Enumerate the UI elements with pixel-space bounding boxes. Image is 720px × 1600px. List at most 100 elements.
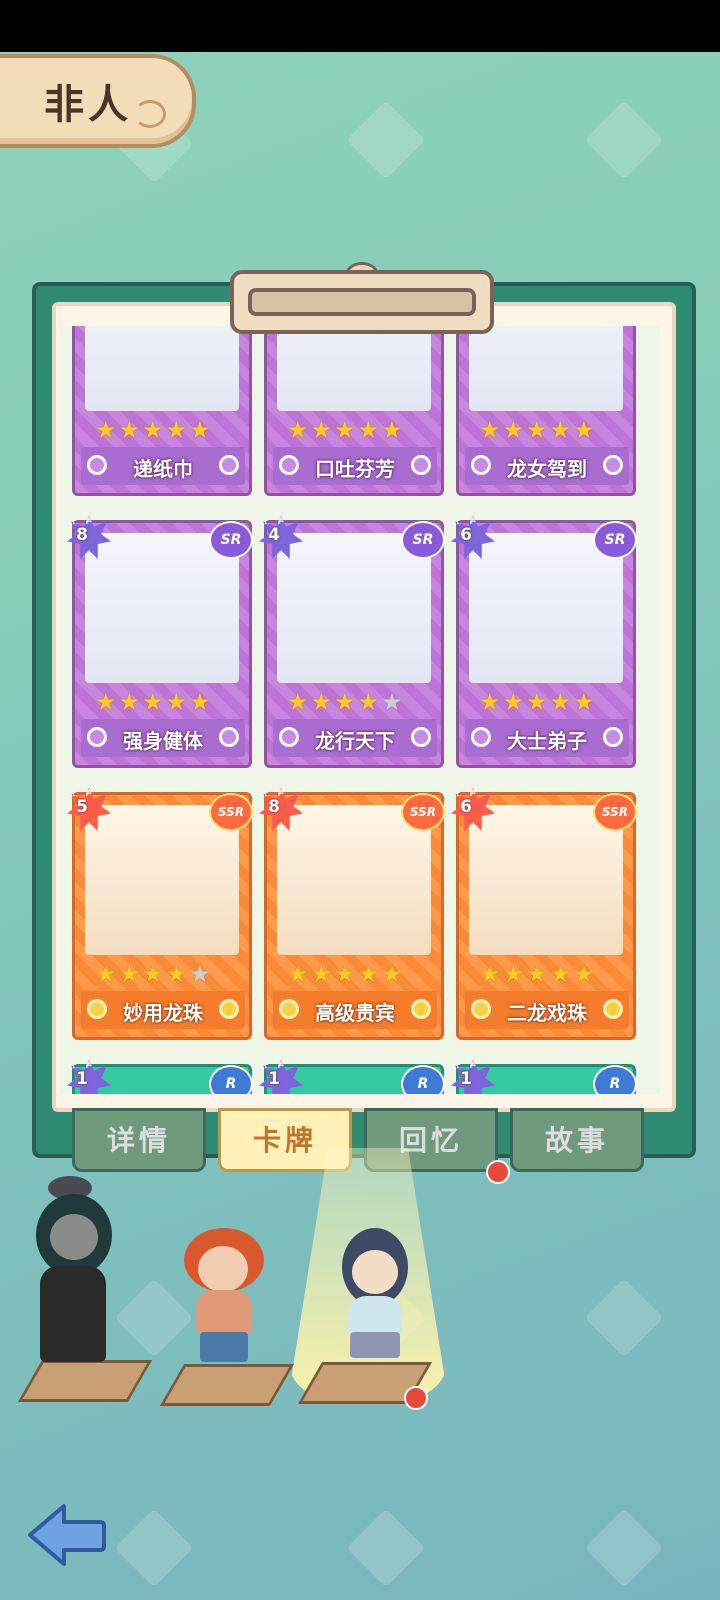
- tab-label: 详情: [106, 1124, 171, 1157]
- star-icon: ★: [334, 960, 356, 988]
- back-arrow-icon[interactable]: [24, 1500, 108, 1570]
- coin-icon: [603, 727, 623, 747]
- star-icon: ★: [165, 416, 188, 444]
- card-illustration: [85, 533, 239, 683]
- star-icon: ★: [549, 688, 572, 716]
- star-icon: ★: [142, 960, 164, 988]
- star-icon: ★: [310, 960, 333, 988]
- card-illustration: [85, 805, 239, 955]
- multiplier-value: 1: [76, 1069, 88, 1089]
- rarity-badge: R: [209, 1065, 253, 1094]
- coin-icon: [411, 455, 431, 475]
- rarity-badge: SR: [209, 521, 253, 559]
- rarity-badge: R: [593, 1065, 637, 1094]
- star-icon: ★: [310, 688, 333, 716]
- rarity-badge: R: [401, 1065, 445, 1094]
- card-name-bar: 二龙戏珠: [465, 991, 629, 1029]
- card-name-bar: 高级贵宾: [273, 991, 437, 1029]
- multiplier-value: 1: [460, 1069, 472, 1089]
- category-title-tab: 非人: [0, 54, 196, 148]
- star-icon: ★: [334, 416, 356, 444]
- star-icon: ★: [142, 688, 164, 716]
- star-icon: ★: [526, 416, 548, 444]
- card-illustration: [277, 533, 431, 683]
- background-pattern-tile: [114, 1508, 194, 1588]
- star-icon: ★: [479, 688, 501, 716]
- horned-girl-icon[interactable]: [336, 1228, 416, 1368]
- red-haired-boy-icon[interactable]: [180, 1228, 270, 1368]
- card-illustration: [277, 805, 431, 955]
- card-name-bar: 强身健体: [81, 719, 245, 757]
- star-rating: ★ ★ ★ ★ ★: [479, 961, 619, 987]
- character-platform: [159, 1364, 295, 1406]
- background-pattern-tile: [584, 1278, 664, 1358]
- star-rating: ★ ★ ★ ★ ★: [479, 689, 619, 715]
- card-item[interactable]: 倍率 6 SR ★ ★ ★ ★ ★ 大士弟子: [451, 515, 637, 768]
- category-title: 非人: [44, 82, 132, 128]
- card-item[interactable]: 倍率 4 SR ★ ★ ★ ★ ★ 龙行天下: [259, 515, 445, 768]
- card-illustration: [469, 326, 623, 411]
- star-icon: ★: [118, 416, 141, 444]
- star-rating: ★ ★ ★ ★ ★: [287, 961, 427, 987]
- star-rating: ★ ★ ★ ★ ★: [287, 689, 427, 715]
- star-rating: ★ ★ ★ ★ ★: [95, 417, 235, 443]
- card-item[interactable]: 倍率 1 R: [259, 1059, 445, 1094]
- background-pattern-tile: [584, 100, 664, 180]
- card-illustration: [277, 326, 431, 411]
- star-icon: ★: [334, 688, 356, 716]
- card-item[interactable]: ★ ★ ★ ★ ★ 龙女驾到: [456, 326, 636, 496]
- star-icon: ★: [165, 960, 188, 988]
- star-icon: ★: [189, 960, 211, 988]
- tab-label: 故事: [544, 1124, 609, 1157]
- card-item[interactable]: ★ ★ ★ ★ ★ 递纸巾: [72, 326, 252, 496]
- multiplier-value: 5: [76, 797, 88, 817]
- rarity-badge: SSR: [401, 793, 445, 831]
- background-pattern-tile: [346, 1508, 426, 1588]
- card-name-bar: 龙行天下: [273, 719, 437, 757]
- coin-icon: [219, 455, 239, 475]
- card-name-bar: 妙用龙珠: [81, 991, 245, 1029]
- star-icon: ★: [357, 688, 380, 716]
- star-icon: ★: [95, 416, 117, 444]
- multiplier-value: 6: [460, 525, 472, 545]
- tab-story[interactable]: 故事: [510, 1108, 644, 1172]
- star-icon: ★: [479, 960, 501, 988]
- star-icon: ★: [502, 416, 525, 444]
- star-icon: ★: [549, 960, 572, 988]
- star-rating: ★ ★ ★ ★ ★: [479, 417, 619, 443]
- status-bar: [0, 0, 720, 52]
- multiplier-label: 倍率: [264, 515, 284, 526]
- star-icon: ★: [310, 416, 333, 444]
- card-illustration: [469, 805, 623, 955]
- card-item[interactable]: 倍率 1 R: [67, 1059, 253, 1094]
- card-item[interactable]: 倍率 6 SSR ★ ★ ★ ★ ★ 二龙戏珠: [451, 787, 637, 1040]
- star-icon: ★: [526, 960, 548, 988]
- tab-details[interactable]: 详情: [72, 1108, 206, 1172]
- multiplier-label: 倍率: [72, 1059, 92, 1070]
- star-icon: ★: [142, 416, 164, 444]
- coin-icon: [603, 999, 623, 1019]
- coin-icon: [219, 999, 239, 1019]
- card-illustration: [469, 533, 623, 683]
- card-item[interactable]: 倍率 5 SSR ★ ★ ★ ★ ★ 妙用龙珠: [67, 787, 253, 1040]
- clipboard-clip: [230, 270, 494, 334]
- card-grid[interactable]: ★ ★ ★ ★ ★ 递纸巾 ★ ★ ★ ★ ★ 口吐芬芳 ★ ★ ★ ★ ★ 龙女驾到 倍率 8 SR ★ ★ ★ ★ ★ 强身健体…: [60, 326, 660, 1094]
- card-item[interactable]: 倍率 8 SSR ★ ★ ★ ★ ★ 高级贵宾: [259, 787, 445, 1040]
- star-icon: ★: [287, 960, 309, 988]
- card-item[interactable]: 倍率 8 SR ★ ★ ★ ★ ★ 强身健体: [67, 515, 253, 768]
- multiplier-value: 8: [76, 525, 88, 545]
- star-icon: ★: [357, 416, 380, 444]
- card-name-bar: 大士弟子: [465, 719, 629, 757]
- card-item[interactable]: 倍率 1 R: [451, 1059, 637, 1094]
- card-item[interactable]: ★ ★ ★ ★ ★ 口吐芬芳: [264, 326, 444, 496]
- star-rating: ★ ★ ★ ★ ★: [287, 417, 427, 443]
- coin-icon: [219, 727, 239, 747]
- rarity-badge: SR: [593, 521, 637, 559]
- hooded-character-with-crow-icon[interactable]: [28, 1176, 120, 1372]
- rarity-badge: SR: [401, 521, 445, 559]
- rarity-badge: SSR: [209, 793, 253, 831]
- tab-memories-notification-dot: [486, 1160, 510, 1184]
- star-icon: ★: [502, 960, 525, 988]
- character-notification-dot: [404, 1386, 428, 1410]
- multiplier-value: 6: [460, 797, 472, 817]
